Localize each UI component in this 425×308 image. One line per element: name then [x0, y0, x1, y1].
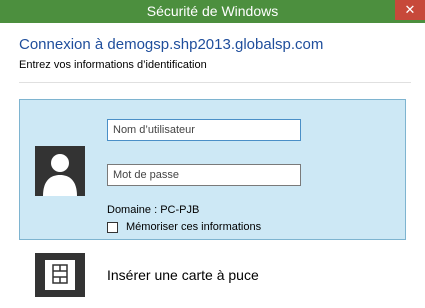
user-avatar-icon: [35, 146, 85, 196]
window-title: Sécurité de Windows: [146, 3, 279, 19]
remember-checkbox[interactable]: [107, 222, 118, 233]
dialog-subheading: Entrez vos informations d’identification: [19, 59, 207, 71]
header-separator: [19, 82, 411, 83]
close-icon: ✕: [404, 2, 416, 17]
close-button[interactable]: ✕: [395, 0, 425, 20]
smartcard-icon[interactable]: [35, 253, 85, 297]
dialog-heading: Connexion à demogsp.shp2013.globalsp.com: [19, 36, 324, 53]
username-input[interactable]: [107, 119, 301, 141]
windows-security-dialog: Sécurité de Windows ✕ Connexion à demogs…: [0, 0, 425, 308]
domain-label: Domaine : PC-PJB: [107, 204, 200, 216]
remember-checkbox-label[interactable]: Mémoriser ces informations: [126, 221, 261, 233]
title-bar: Sécurité de Windows ✕: [0, 0, 425, 23]
smartcard-option-label[interactable]: Insérer une carte à puce: [107, 267, 259, 283]
password-input[interactable]: [107, 164, 301, 186]
